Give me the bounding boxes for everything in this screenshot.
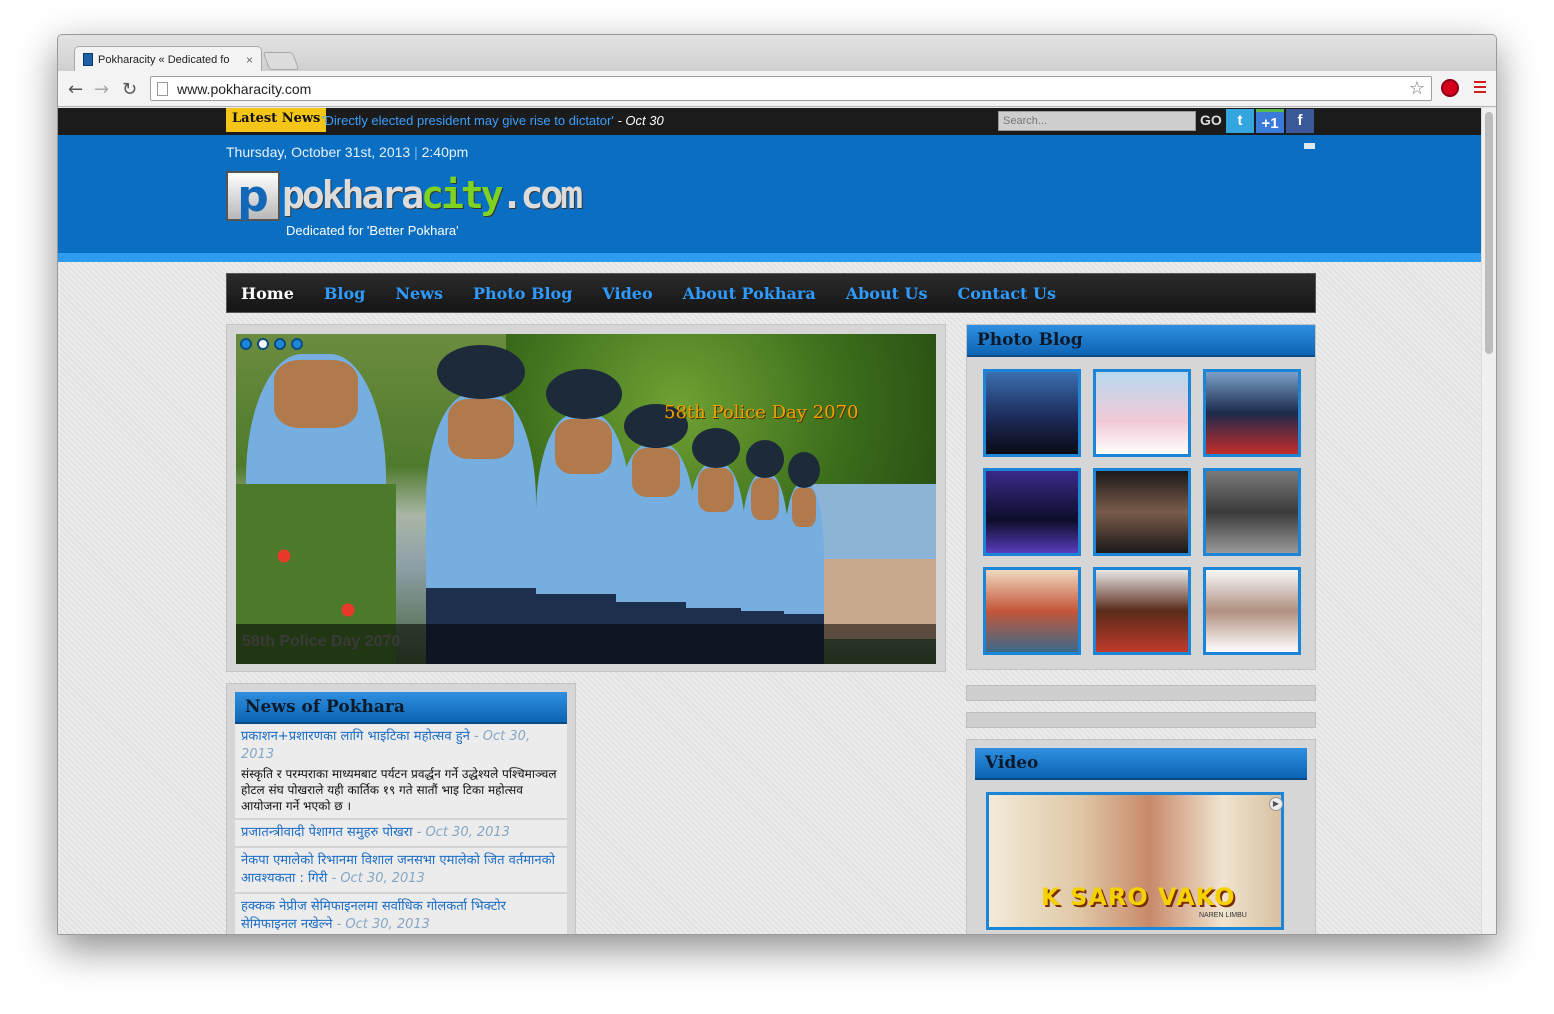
nav-item-contact-us[interactable]: Contact Us	[958, 284, 1056, 303]
photo-thumbnail[interactable]	[983, 369, 1081, 457]
address-bar[interactable]: www.pokharacity.com ☆	[150, 76, 1432, 101]
bookmark-star-icon[interactable]: ☆	[1409, 78, 1425, 99]
browser-toolbar: ← → ↻ www.pokharacity.com ☆	[58, 71, 1496, 107]
page-icon	[157, 82, 168, 96]
news-date: - Oct 30, 2013	[331, 871, 425, 886]
video-thumbnail[interactable]: K SARO VAKO NAREN LIMBU ▶	[986, 792, 1284, 930]
video-thumb-subtitle: NAREN LIMBU	[1199, 912, 1247, 919]
nav-item-home[interactable]: Home	[241, 284, 294, 303]
url-text[interactable]: www.pokharacity.com	[177, 81, 311, 97]
news-list: प्रकाशन+प्रशारणका लागि भाइटिका महोत्सव ह…	[235, 724, 567, 934]
slider-dot[interactable]	[257, 338, 269, 350]
news-link[interactable]: प्रजातन्त्रीवादी पेशागत समुहरु पोखरा	[241, 825, 412, 840]
twitter-icon[interactable]: t	[1226, 109, 1254, 133]
news-excerpt: संस्कृति र परम्पराका माध्यमबाट पर्यटन प्…	[241, 767, 557, 813]
time-text: 2:40pm	[421, 144, 469, 160]
date-text: Thursday, October 31st, 2013	[226, 144, 411, 160]
photo-thumbnail[interactable]	[983, 468, 1081, 556]
video-thumb-title: K SARO VAKO	[1041, 883, 1236, 911]
slide-overlay-title: 58th Police Day 2070	[664, 402, 859, 423]
tab-strip: Pokharacity « Dedicated fo ×	[58, 35, 1496, 72]
photo-thumbnail[interactable]	[1203, 567, 1301, 655]
news-title: News of Pokhara	[235, 692, 567, 724]
photo-grid	[967, 357, 1315, 655]
slider-dot[interactable]	[240, 338, 252, 350]
news-item: प्रजातन्त्रीवादी पेशागत समुहरु पोखरा - O…	[235, 820, 567, 848]
site-logo[interactable]: pokharacity.com	[282, 173, 583, 217]
search-input[interactable]	[998, 111, 1196, 131]
new-tab-button[interactable]	[262, 52, 300, 70]
photo-thumbnail[interactable]	[1203, 468, 1301, 556]
latest-news-ticker[interactable]: 'Directly elected president may give ris…	[322, 113, 664, 128]
slider-dot[interactable]	[291, 338, 303, 350]
photo-thumbnail[interactable]	[1093, 468, 1191, 556]
video-title: Video	[975, 748, 1307, 780]
slide-caption[interactable]: 58th Police Day 2070	[236, 624, 936, 664]
facebook-icon[interactable]: f	[1286, 109, 1314, 133]
extension-icon[interactable]	[1441, 79, 1459, 97]
logo-part-2: city	[421, 173, 503, 217]
date-separator: |	[414, 144, 418, 160]
nav-item-blog[interactable]: Blog	[324, 284, 365, 303]
back-icon[interactable]: ←	[68, 79, 83, 100]
scrollbar-thumb[interactable]	[1485, 112, 1493, 354]
tab-title: Pokharacity « Dedicated fo	[98, 53, 230, 66]
nav-item-news[interactable]: News	[395, 284, 443, 303]
reload-icon[interactable]: ↻	[122, 79, 137, 100]
nav-item-about-pokhara[interactable]: About Pokhara	[683, 284, 816, 303]
play-icon[interactable]: ▶	[1269, 797, 1283, 811]
browser-window: Pokharacity « Dedicated fo × ← → ↻ www.p…	[57, 34, 1497, 935]
header-marker	[1304, 143, 1315, 149]
sidebar-divider	[966, 685, 1316, 701]
photo-thumbnail[interactable]	[1093, 567, 1191, 655]
nav-item-video[interactable]: Video	[602, 284, 652, 303]
forward-icon[interactable]: →	[94, 79, 109, 100]
top-bar: Latest News 'Directly elected president …	[58, 108, 1483, 135]
latest-date: - Oct 30	[617, 113, 664, 128]
header-date: Thursday, October 31st, 2013 | 2:40pm	[226, 144, 468, 160]
photo-blog-title: Photo Blog	[967, 325, 1315, 357]
page-scrollbar[interactable]	[1481, 108, 1496, 934]
photo-thumbnail[interactable]	[1203, 369, 1301, 457]
site-header: Thursday, October 31st, 2013 | 2:40pm p …	[58, 135, 1483, 262]
news-item: हक्कक नेप्रीज सेमिफाइनलमा सर्वाधिक गोलकर…	[235, 894, 567, 934]
nav-item-photo-blog[interactable]: Photo Blog	[473, 284, 572, 303]
close-icon[interactable]: ×	[246, 53, 253, 67]
page-viewport: Latest News 'Directly elected president …	[58, 108, 1483, 934]
go-button[interactable]: GO	[1200, 112, 1222, 128]
logo-icon[interactable]: p	[226, 171, 280, 222]
video-widget: Video K SARO VAKO NAREN LIMBU ▶	[966, 739, 1316, 934]
news-date: - Oct 30, 2013	[416, 825, 510, 840]
site-tagline: Dedicated for 'Better Pokhara'	[286, 223, 459, 238]
main-nav: Home Blog News Photo Blog Video About Po…	[226, 273, 1316, 313]
logo-part-1: pokhara	[282, 173, 424, 217]
favicon-icon	[83, 53, 93, 66]
menu-icon[interactable]	[1474, 81, 1486, 94]
news-widget: News of Pokhara प्रकाशन+प्रशारणका लागि भ…	[226, 683, 576, 934]
google-plus-icon[interactable]: +1	[1256, 109, 1284, 133]
nav-item-about-us[interactable]: About Us	[846, 284, 928, 303]
news-item: प्रकाशन+प्रशारणका लागि भाइटिका महोत्सव ह…	[235, 724, 567, 820]
news-link[interactable]: प्रकाशन+प्रशारणका लागि भाइटिका महोत्सव ह…	[241, 729, 470, 744]
photo-thumbnail[interactable]	[1093, 369, 1191, 457]
news-date: - Oct 30, 2013	[336, 917, 430, 932]
news-item: नेकपा एमालेको रिभानमा विशाल जनसभा एमालेक…	[235, 848, 567, 894]
photo-blog-widget: Photo Blog	[966, 324, 1316, 670]
photo-thumbnail[interactable]	[983, 567, 1081, 655]
slider-dot[interactable]	[274, 338, 286, 350]
slide-image[interactable]: 58th Police Day 2070 58th Police Day 207…	[236, 334, 936, 664]
browser-tab[interactable]: Pokharacity « Dedicated fo ×	[74, 46, 262, 72]
sidebar-divider	[966, 712, 1316, 728]
latest-news-label: Latest News	[226, 108, 327, 132]
slider-dots	[240, 338, 308, 350]
slide-roof	[806, 484, 936, 564]
logo-part-3: .com	[500, 173, 583, 217]
latest-headline[interactable]: 'Directly elected president may give ris…	[322, 113, 614, 128]
featured-slider: 58th Police Day 2070 58th Police Day 207…	[226, 324, 946, 672]
